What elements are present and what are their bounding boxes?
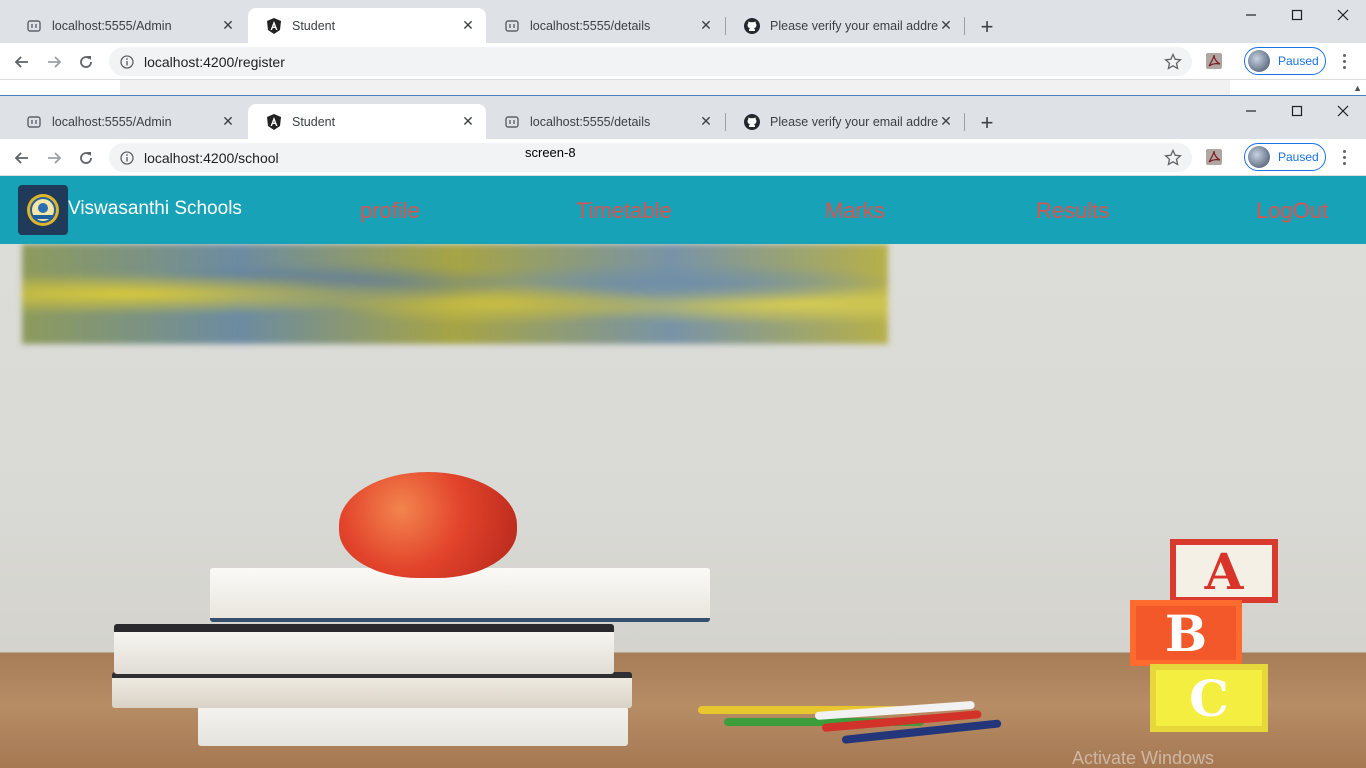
browser-window-school: localhost:5555/Admin ✕ Student ✕ localho… xyxy=(0,96,1366,176)
tab-title: Please verify your email address xyxy=(770,114,938,129)
scroll-up-arrow-icon[interactable]: ▲ xyxy=(1353,83,1362,93)
nav-link-profile[interactable]: profile xyxy=(360,198,420,224)
hero-background-image: A B C Activate Windows xyxy=(0,244,1366,768)
tab-details[interactable]: localhost:5555/details ✕ xyxy=(486,8,724,43)
tab-title: Please verify your email address xyxy=(770,18,938,33)
angular-icon xyxy=(266,17,282,34)
book xyxy=(198,706,628,746)
tab-github[interactable]: Please verify your email address ✕ xyxy=(726,8,964,43)
bookmark-star-icon[interactable] xyxy=(1164,53,1182,71)
address-bar[interactable]: localhost:4200/school xyxy=(109,143,1192,172)
new-tab-icon[interactable]: + xyxy=(975,14,999,39)
tab-separator xyxy=(964,113,965,131)
github-icon xyxy=(744,113,760,130)
tab-title: localhost:5555/details xyxy=(530,114,651,129)
reload-icon[interactable] xyxy=(73,49,99,75)
info-icon[interactable] xyxy=(120,54,134,69)
github-icon xyxy=(744,17,760,34)
profile-button[interactable]: Paused xyxy=(1244,143,1326,171)
close-icon[interactable]: ✕ xyxy=(698,113,714,130)
block-letter: A xyxy=(1204,541,1244,601)
block-letter: C xyxy=(1189,668,1229,728)
tab-admin[interactable]: localhost:5555/Admin ✕ xyxy=(8,104,246,139)
tab-strip: localhost:5555/Admin ✕ Student ✕ localho… xyxy=(0,96,1366,139)
school-logo[interactable] xyxy=(18,185,68,235)
more-menu-icon[interactable] xyxy=(1334,145,1354,169)
tab-admin[interactable]: localhost:5555/Admin ✕ xyxy=(8,8,246,43)
close-icon[interactable]: ✕ xyxy=(460,17,476,34)
window-close-icon[interactable] xyxy=(1320,100,1366,122)
nav-link-results[interactable]: Results xyxy=(1036,198,1109,224)
page-scrollbar-area: ▲ xyxy=(0,80,1366,97)
browser-toolbar: localhost:4200/school Paused xyxy=(0,139,1366,176)
nav-link-logout[interactable]: LogOut xyxy=(1256,198,1328,224)
page-icon xyxy=(504,114,520,130)
minimize-icon[interactable] xyxy=(1228,100,1274,122)
close-icon[interactable]: ✕ xyxy=(698,17,714,34)
close-icon[interactable]: ✕ xyxy=(938,113,954,130)
maximize-icon[interactable] xyxy=(1274,100,1320,122)
window-close-icon[interactable] xyxy=(1320,4,1366,26)
alphabet-block: C xyxy=(1150,664,1268,732)
tab-title: localhost:5555/Admin xyxy=(52,114,172,129)
browser-toolbar: localhost:4200/register Paused xyxy=(0,43,1366,80)
pdf-extension-icon[interactable] xyxy=(1205,148,1223,166)
address-bar[interactable]: localhost:4200/register xyxy=(109,47,1192,76)
maximize-icon[interactable] xyxy=(1274,4,1320,26)
forward-icon[interactable] xyxy=(41,145,67,171)
profile-button[interactable]: Paused xyxy=(1244,47,1326,75)
close-icon[interactable]: ✕ xyxy=(220,17,236,34)
activate-windows-watermark: Activate Windows xyxy=(1072,748,1215,768)
alphabet-block: A xyxy=(1170,539,1278,603)
tab-strip: localhost:5555/Admin ✕ Student ✕ localho… xyxy=(0,0,1366,43)
profile-status: Paused xyxy=(1278,150,1319,164)
bookmark-star-icon[interactable] xyxy=(1164,149,1182,167)
back-icon[interactable] xyxy=(9,145,35,171)
tab-student[interactable]: Student ✕ xyxy=(248,104,486,139)
forward-icon[interactable] xyxy=(41,49,67,75)
close-icon[interactable]: ✕ xyxy=(938,17,954,34)
angular-icon xyxy=(266,113,282,130)
nav-link-timetable[interactable]: Timetable xyxy=(576,198,672,224)
tab-student[interactable]: Student ✕ xyxy=(248,8,486,43)
browser-window-register: localhost:5555/Admin ✕ Student ✕ localho… xyxy=(0,0,1366,97)
page-icon xyxy=(504,18,520,34)
block-letter: B xyxy=(1164,603,1208,663)
avatar xyxy=(1248,50,1270,72)
pdf-extension-icon[interactable] xyxy=(1205,52,1223,70)
minimize-icon[interactable] xyxy=(1228,4,1274,26)
new-tab-icon[interactable]: + xyxy=(975,110,999,135)
tab-separator xyxy=(964,17,965,35)
avatar xyxy=(1248,146,1270,168)
book xyxy=(114,624,614,674)
screen-label: screen-8 xyxy=(525,145,576,160)
profile-status: Paused xyxy=(1278,54,1319,68)
page-icon xyxy=(26,114,42,130)
alphabet-block: B xyxy=(1130,600,1242,666)
red-apple xyxy=(339,472,517,578)
reload-icon[interactable] xyxy=(73,145,99,171)
book xyxy=(112,672,632,708)
page-icon xyxy=(26,18,42,34)
brand-name[interactable]: Viswasanthi Schools xyxy=(68,198,242,220)
url-text[interactable]: localhost:4200/register xyxy=(144,54,285,70)
tab-details[interactable]: localhost:5555/details ✕ xyxy=(486,104,724,139)
close-icon[interactable]: ✕ xyxy=(220,113,236,130)
tab-title: Student xyxy=(292,18,336,33)
more-menu-icon[interactable] xyxy=(1334,49,1354,73)
nav-link-marks[interactable]: Marks xyxy=(825,198,885,224)
tab-title: Student xyxy=(292,114,336,129)
blurred-painting xyxy=(22,244,888,344)
app-navbar: Viswasanthi Schools profile Timetable Ma… xyxy=(0,176,1366,244)
back-icon[interactable] xyxy=(9,49,35,75)
tab-title: localhost:5555/details xyxy=(530,18,651,33)
tab-title: localhost:5555/Admin xyxy=(52,18,172,33)
horizontal-scrollbar[interactable] xyxy=(120,80,1230,96)
close-icon[interactable]: ✕ xyxy=(460,113,476,130)
info-icon[interactable] xyxy=(120,150,134,165)
url-text[interactable]: localhost:4200/school xyxy=(144,150,279,166)
tab-github[interactable]: Please verify your email address ✕ xyxy=(726,104,964,139)
book xyxy=(210,568,710,622)
